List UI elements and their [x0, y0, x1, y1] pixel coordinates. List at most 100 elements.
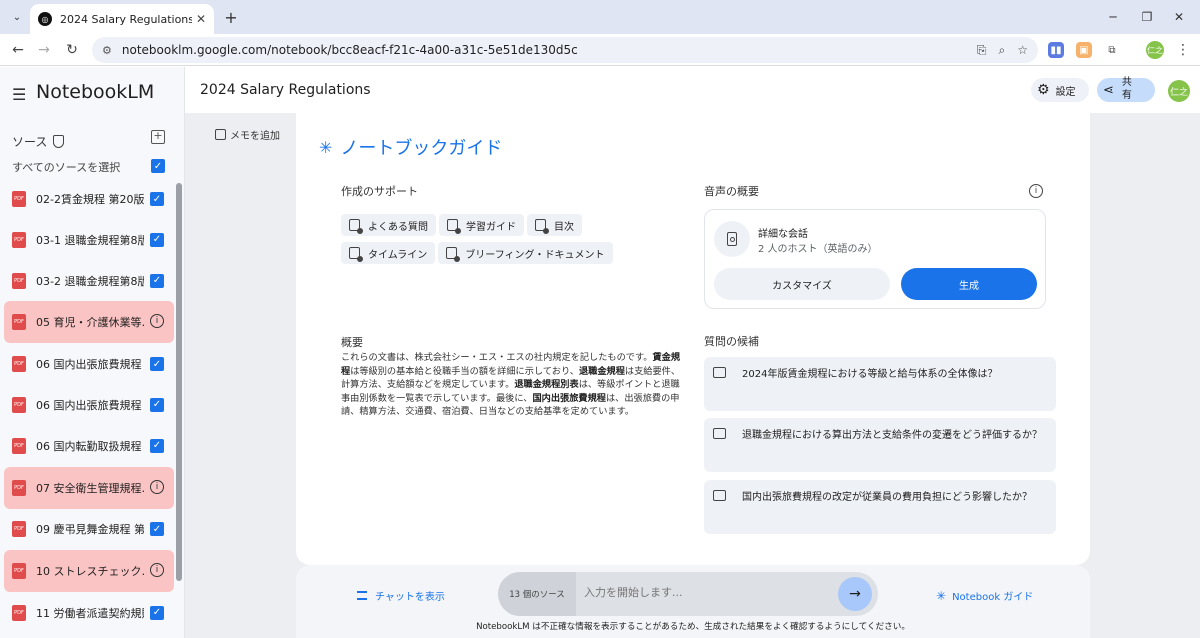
source-checkbox[interactable]: ✓: [150, 232, 164, 247]
chat-input-pill: 13 個のソース →: [498, 572, 878, 616]
doc-add-icon: [447, 219, 461, 234]
source-item[interactable]: PDF 03-1 退職金規程第8版… ✓: [4, 220, 174, 260]
source-label: 11 労働者派遣契約規則…: [36, 606, 144, 620]
chip-faq[interactable]: よくある質問: [341, 214, 436, 236]
source-item-error[interactable]: PDF 07 安全衛生管理規程… i: [4, 466, 174, 509]
audio-subtitle: 2 人のホスト（英語のみ）: [758, 244, 878, 255]
question-text: 退職金規程における算出方法と支給条件の変遷をどう評価するか？: [742, 430, 1042, 441]
question-text: 国内出張旅費規程の改定が従業員の費用負担にどう影響したか？: [742, 492, 1032, 503]
info-icon[interactable]: i: [150, 314, 164, 329]
help-chips: よくある質問 学習ガイド 目次 タイムライン ブリーフィング・ドキュメント: [341, 214, 641, 270]
extensions-puzzle-icon[interactable]: ⧉: [1104, 42, 1120, 58]
source-item[interactable]: PDF 09 慶弔見舞金規程 第… ✓: [4, 509, 174, 549]
source-checkbox[interactable]: ✓: [150, 438, 164, 453]
guide-title-label: ノートブックガイド: [340, 138, 503, 159]
summary-section: 概要 これらの文書は、株式会社シー・エス・エスの社内規定を記したものです。賃金規…: [341, 334, 686, 419]
install-app-icon[interactable]: ⎘: [977, 43, 987, 58]
source-item[interactable]: PDF 11 労働者派遣契約規則… ✓: [4, 593, 174, 633]
source-count-badge[interactable]: 13 個のソース: [498, 572, 576, 616]
source-item[interactable]: PDF 06 国内出張旅費規程 … ✓: [4, 344, 174, 384]
share-label: 共有: [1121, 77, 1132, 101]
chat-question-icon: [713, 490, 726, 501]
audio-overview-card: 詳細な会話 2 人のホスト（英語のみ） カスタマイズ 生成: [704, 209, 1046, 309]
extension-icon[interactable]: ▣: [1076, 42, 1092, 58]
send-button[interactable]: →: [838, 577, 872, 611]
info-icon[interactable]: i: [150, 563, 164, 578]
source-item-error[interactable]: PDF 10 ストレスチェック… i: [4, 550, 174, 593]
back-icon[interactable]: ←: [6, 38, 30, 62]
add-source-icon[interactable]: +: [151, 130, 165, 144]
close-window-icon[interactable]: ✕: [1168, 6, 1190, 28]
sources-heading: ソース: [12, 133, 65, 150]
source-checkbox[interactable]: ✓: [150, 605, 164, 620]
chat-input[interactable]: [584, 586, 824, 599]
source-checkbox[interactable]: ✓: [150, 397, 164, 412]
pdf-icon: PDF: [12, 604, 26, 621]
chip-study-guide[interactable]: 学習ガイド: [439, 214, 524, 236]
summary-part: これらの文書は、株式会社シー・エス・エスの社内規定を記したものです。: [341, 352, 653, 363]
chip-label: 学習ガイド: [466, 221, 516, 233]
source-item-error[interactable]: PDF 05 育児・介護休業等… i: [4, 301, 174, 344]
chat-bar: チャットを表示 13 個のソース → ✳ Notebook ガイド Notebo…: [296, 565, 1090, 638]
share-icon: ⋖: [1103, 82, 1114, 98]
chip-toc[interactable]: 目次: [527, 214, 582, 236]
suggested-question[interactable]: 国内出張旅費規程の改定が従業員の費用負担にどう影響したか？: [704, 480, 1056, 534]
notebook-title[interactable]: 2024 Salary Regulations: [200, 82, 371, 98]
menu-icon[interactable]: ☰: [12, 85, 26, 104]
info-icon[interactable]: i: [150, 479, 164, 494]
speaker-icon: [727, 232, 737, 246]
restore-icon[interactable]: ❐: [1136, 6, 1158, 28]
settings-button[interactable]: ⚙ 設定: [1031, 78, 1089, 102]
suggested-question[interactable]: 退職金規程における算出方法と支給条件の変遷をどう評価するか？: [704, 418, 1056, 472]
app-title: NotebookLM: [36, 81, 155, 103]
browser-tab[interactable]: ◎ 2024 Salary Regulations - NotebookLM ✕: [30, 4, 214, 34]
source-label: 10 ストレスチェック…: [36, 565, 144, 579]
info-icon[interactable]: i: [1029, 184, 1043, 198]
sources-heading-label: ソース: [12, 135, 48, 149]
chat-icon: [357, 591, 367, 600]
minimize-icon[interactable]: ─: [1102, 6, 1124, 28]
browser-menu-icon[interactable]: ⋮: [1176, 42, 1190, 58]
select-all-checkbox[interactable]: ✓: [151, 159, 165, 173]
chat-question-icon: [713, 428, 726, 439]
add-note-button[interactable]: メモを追加: [215, 127, 280, 142]
source-checkbox[interactable]: ✓: [150, 273, 164, 288]
chip-label: ブリーフィング・ドキュメント: [465, 249, 605, 261]
new-tab-icon[interactable]: +: [220, 6, 242, 28]
source-item[interactable]: PDF 06 国内転勤取扱規程 … ✓: [4, 426, 174, 466]
source-item[interactable]: PDF 06 国内出張旅費規程 … ✓: [4, 385, 174, 425]
source-item[interactable]: PDF 02-2賃金規程 第20版… ✓: [4, 179, 174, 219]
notebook-guide-label: Notebook ガイド: [952, 592, 1034, 603]
close-tab-icon[interactable]: ✕: [196, 12, 206, 26]
chip-timeline[interactable]: タイムライン: [341, 242, 436, 264]
address-bar[interactable]: ⚙ notebooklm.google.com/notebook/bcc8eac…: [92, 37, 1038, 63]
forward-icon[interactable]: →: [32, 38, 56, 62]
source-checkbox[interactable]: ✓: [150, 522, 164, 537]
notebook-header: 2024 Salary Regulations ⚙ 設定 ⋖ 共有 仁之: [185, 67, 1200, 113]
creation-support-label: 作成のサポート: [341, 185, 418, 198]
notebook-guide-button[interactable]: ✳ Notebook ガイド: [936, 588, 1034, 604]
settings-label: 設定: [1055, 86, 1076, 98]
site-info-icon[interactable]: ⚙: [102, 44, 112, 57]
source-checkbox[interactable]: ✓: [150, 357, 164, 372]
chip-briefing[interactable]: ブリーフィング・ドキュメント: [438, 242, 613, 264]
zoom-icon[interactable]: ⌕: [999, 43, 1006, 58]
suggested-question[interactable]: 2024年版賃金規程における等級と給与体系の全体像は？: [704, 357, 1056, 411]
avatar[interactable]: 仁之: [1168, 80, 1190, 102]
tab-search-icon[interactable]: ⌄: [6, 6, 28, 28]
share-button[interactable]: ⋖ 共有: [1097, 77, 1155, 102]
pdf-icon: PDF: [12, 563, 26, 580]
profile-avatar[interactable]: 仁之: [1146, 41, 1164, 59]
show-chat-button[interactable]: チャットを表示: [357, 588, 445, 603]
pdf-icon: PDF: [12, 521, 26, 538]
source-item[interactable]: PDF 03-2 退職金規程第8版… ✓: [4, 261, 174, 301]
sidebar-scrollbar[interactable]: [176, 183, 182, 581]
summary-bold: 国内出張旅費規程: [532, 392, 606, 404]
bookmark-star-icon[interactable]: ☆: [1017, 43, 1028, 57]
source-checkbox[interactable]: ✓: [150, 192, 164, 206]
reload-icon[interactable]: ↻: [60, 38, 84, 62]
generate-button[interactable]: 生成: [901, 268, 1037, 300]
customize-button[interactable]: カスタマイズ: [714, 268, 890, 300]
chip-label: よくある質問: [368, 221, 428, 233]
extension-icon[interactable]: ▮▮: [1048, 42, 1064, 58]
